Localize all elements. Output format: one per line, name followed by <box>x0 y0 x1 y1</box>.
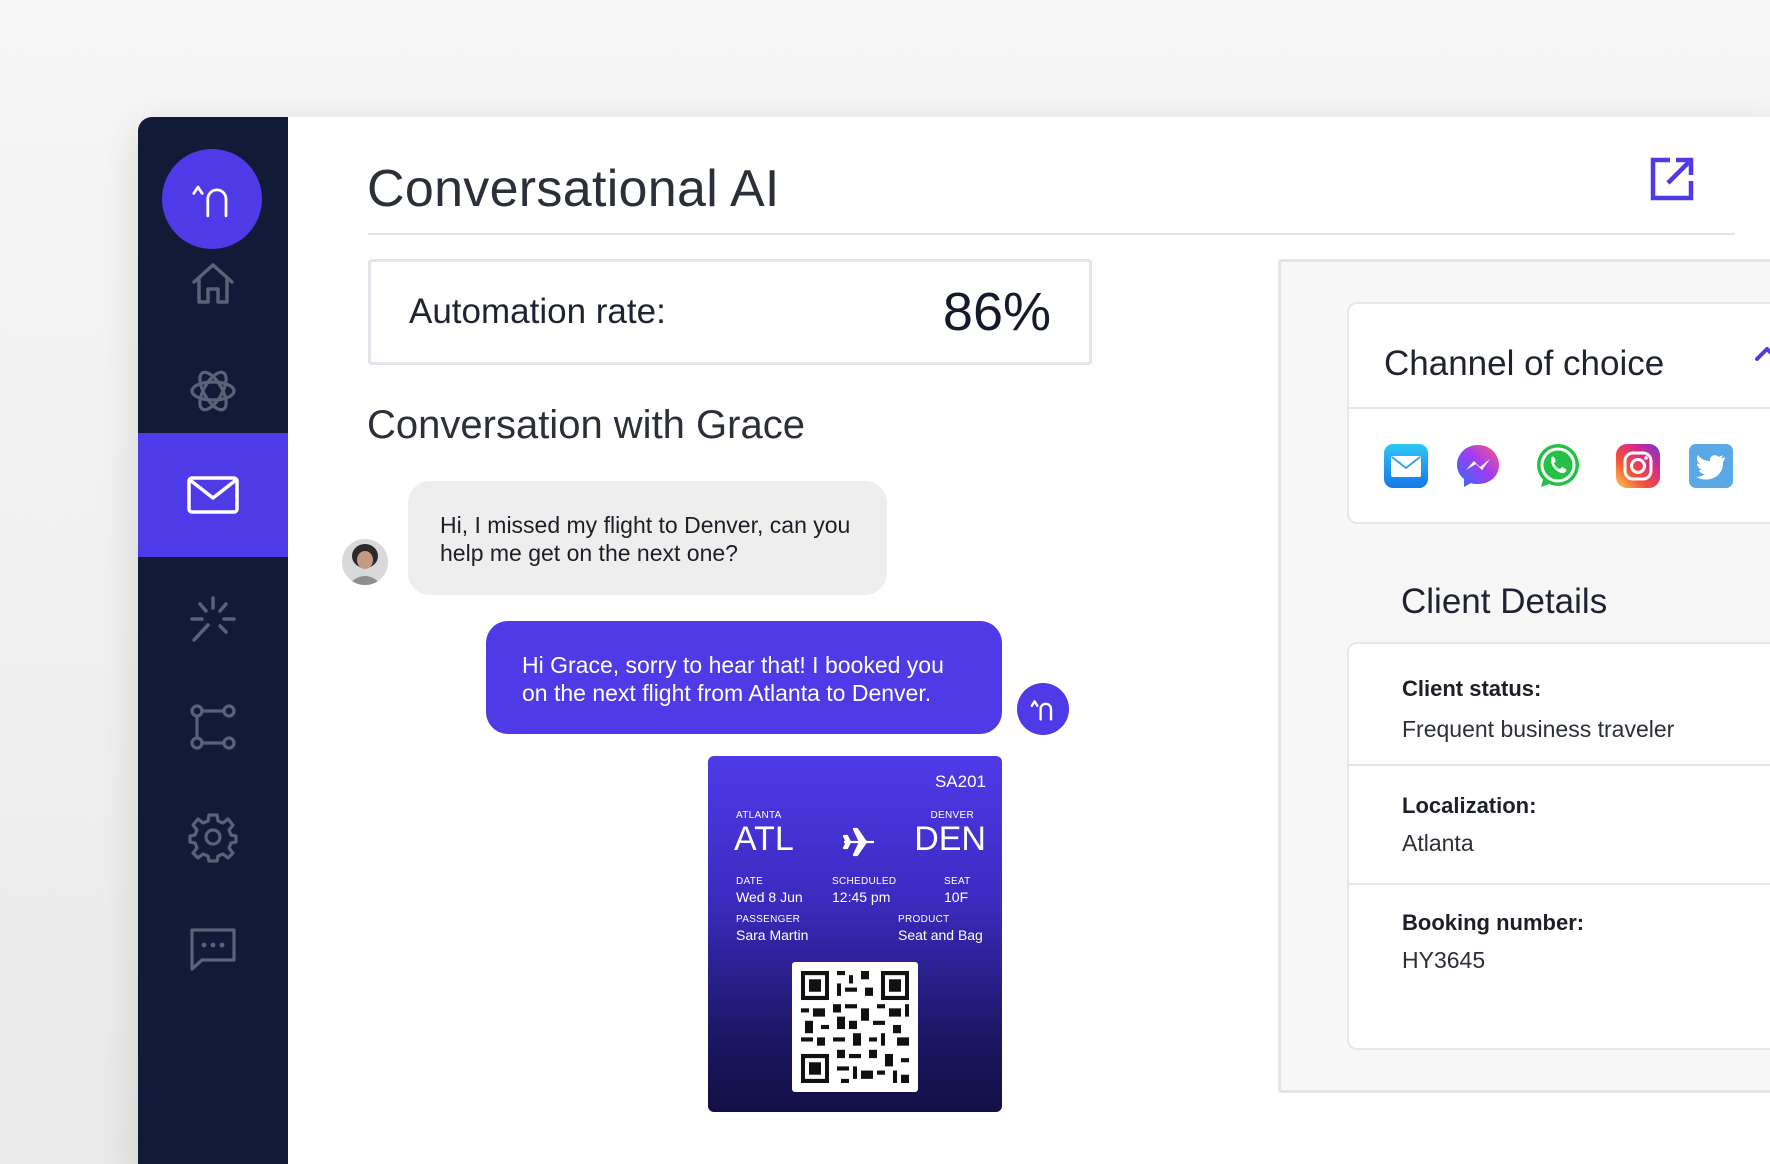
mail-icon <box>187 476 239 514</box>
sidebar <box>138 117 288 1164</box>
product-label: PRODUCT <box>898 914 950 925</box>
client-divider <box>1349 883 1770 885</box>
sidebar-item-settings[interactable] <box>138 775 288 899</box>
twitter-icon[interactable] <box>1687 442 1735 490</box>
seat-value: 10F <box>944 889 969 905</box>
boarding-pass[interactable]: SA201 ATLANTA ATL DENVER DEN DATE Wed 8 … <box>708 756 1002 1112</box>
localization-label: Localization: <box>1402 793 1537 818</box>
sidebar-item-messages[interactable] <box>138 433 288 557</box>
automation-rate-card: Automation rate: 86% <box>368 259 1092 365</box>
booking-number-value: HY3645 <box>1402 947 1486 973</box>
automation-rate-value: 86% <box>942 282 1051 342</box>
plane-icon <box>842 827 874 857</box>
email-icon[interactable] <box>1382 442 1430 490</box>
automation-rate-label: Automation rate: <box>409 292 666 331</box>
origin-code: ATL <box>734 820 794 858</box>
channel-divider <box>1349 407 1770 409</box>
sparkle-icon <box>190 596 236 642</box>
passenger-value: Sara Martin <box>736 927 809 943</box>
bot-message: Hi Grace, sorry to hear that! I booked y… <box>486 621 1002 734</box>
sidebar-item-home[interactable] <box>138 221 288 345</box>
instagram-icon[interactable] <box>1614 442 1662 490</box>
localization-value: Atlanta <box>1402 830 1474 856</box>
sidebar-item-flows[interactable] <box>138 665 288 789</box>
whatsapp-icon[interactable] <box>1534 442 1582 490</box>
date-label: DATE <box>736 876 764 887</box>
messenger-icon[interactable] <box>1454 442 1502 490</box>
destination-code: DEN <box>914 820 986 858</box>
client-details-card: Client status: Frequent business travele… <box>1347 642 1770 1050</box>
product-value: Seat and Bag <box>898 927 983 943</box>
main-content: Conversational AI Automation rate: 86% C… <box>288 117 1770 1164</box>
channel-card: Channel of choice <box>1347 302 1770 524</box>
logo-mark-icon <box>1030 700 1053 721</box>
scheduled-label: SCHEDULED <box>832 876 897 887</box>
sidebar-item-chat[interactable] <box>138 887 288 1011</box>
title-divider <box>368 233 1735 235</box>
gear-icon <box>188 813 238 863</box>
page-title: Conversational AI <box>367 160 780 218</box>
customer-message: Hi, I missed my flight to Denver, can yo… <box>408 481 887 595</box>
channel-title: Channel of choice <box>1384 344 1665 383</box>
client-divider <box>1349 764 1770 766</box>
atom-icon <box>190 370 236 412</box>
qr-code <box>792 962 918 1092</box>
bot-avatar <box>1017 683 1069 735</box>
seat-label: SEAT <box>944 876 971 887</box>
flow-icon <box>190 704 236 750</box>
customer-avatar <box>342 539 388 585</box>
date-value: Wed 8 Jun <box>736 889 803 905</box>
open-external-icon[interactable] <box>1646 153 1698 205</box>
sidebar-item-automation[interactable] <box>138 557 288 681</box>
chat-icon <box>190 928 236 971</box>
app-window: Conversational AI Automation rate: 86% C… <box>138 117 1770 1164</box>
chevron-up-icon[interactable] <box>1751 338 1770 370</box>
qr-code-icon <box>801 971 909 1083</box>
conversation-title: Conversation with Grace <box>367 403 805 447</box>
client-status-label: Client status: <box>1402 676 1542 701</box>
booking-number-label: Booking number: <box>1402 910 1585 935</box>
client-status-value: Frequent business traveler <box>1402 716 1675 742</box>
client-details-title: Client Details <box>1401 582 1608 621</box>
passenger-label: PASSENGER <box>736 914 801 925</box>
details-panel: Channel of choice Client Details Client … <box>1278 259 1770 1093</box>
home-icon <box>192 263 234 304</box>
flight-number: SA201 <box>934 772 986 791</box>
scheduled-value: 12:45 pm <box>832 889 891 905</box>
